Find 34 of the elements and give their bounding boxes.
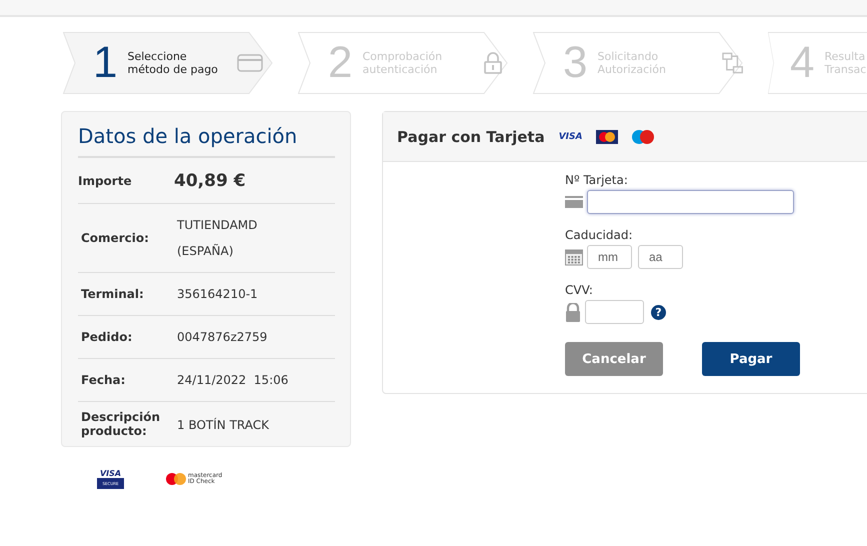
credit-card-icon: [565, 196, 583, 208]
step-number: 1: [93, 41, 118, 85]
card-number-input[interactable]: [587, 190, 794, 214]
field-label: CVV:: [565, 283, 594, 297]
card-title: Datos de la operación: [78, 124, 335, 158]
field-label: Pedido:: [81, 330, 134, 344]
network-icon: [722, 52, 743, 74]
field-value: 24/11/2022 15:06: [177, 372, 288, 389]
amount-value: 40,89 €: [174, 170, 246, 190]
cvv-input[interactable]: [585, 300, 644, 324]
field-label: Fecha:: [81, 373, 126, 387]
lock-icon: [565, 302, 581, 322]
credit-card-icon: [237, 54, 264, 72]
month-input[interactable]: mm: [587, 245, 632, 269]
field-value: TUTIENDAMD (ESPAÑA): [177, 217, 258, 260]
two-circles-logo-icon: [596, 130, 618, 144]
field-value: 356164210-1: [177, 286, 258, 303]
calendar-icon: [565, 248, 583, 266]
card-brand-logo: VISA: [558, 132, 582, 142]
field-value: 0047876z2759: [177, 329, 268, 346]
field-label: Importe: [78, 174, 133, 188]
field-label: Caducidad:: [565, 228, 634, 242]
lock-icon: [484, 52, 502, 74]
field-label: Nº Tarjeta:: [565, 173, 629, 187]
field-value: 1 BOTÍN TRACK: [177, 416, 270, 434]
field-label: Comercio:: [81, 231, 150, 245]
two-circles-logo-icon: [632, 130, 654, 144]
step-label: Seleccione método de pago: [127, 50, 219, 76]
field-label: Descripción producto:: [81, 410, 161, 438]
panel-title: Pagar con Tarjeta: [397, 128, 545, 146]
help-icon[interactable]: ?: [651, 304, 666, 320]
year-input[interactable]: aa: [638, 245, 683, 269]
field-label: Terminal:: [81, 287, 145, 301]
pay-button[interactable]: Pagar: [702, 342, 800, 376]
